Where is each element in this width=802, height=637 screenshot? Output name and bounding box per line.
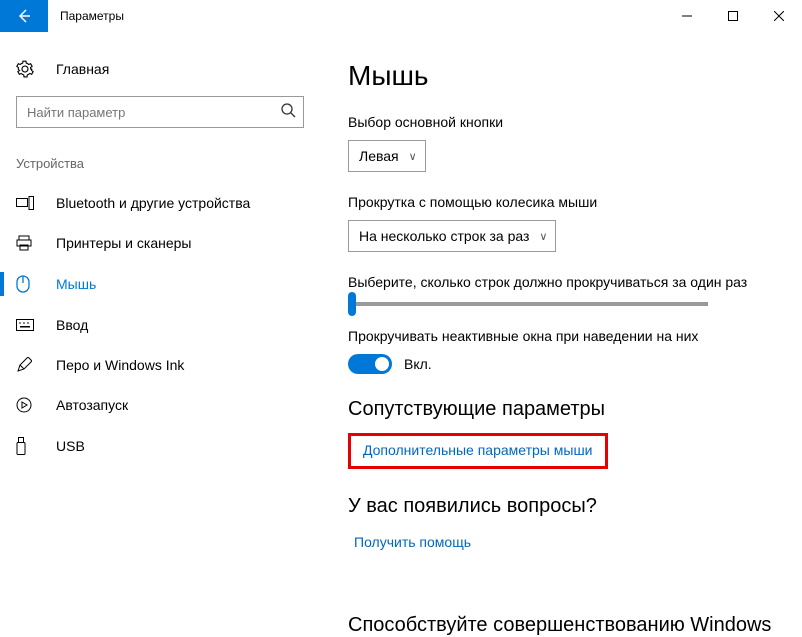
printer-icon xyxy=(16,235,40,251)
scroll-mode-select[interactable]: На несколько строк за раз ∨ xyxy=(348,220,556,252)
nav-bluetooth[interactable]: Bluetooth и другие устройства xyxy=(0,183,320,223)
primary-button-label: Выбор основной кнопки xyxy=(348,114,782,130)
page-title: Мышь xyxy=(348,60,782,92)
select-value: На несколько строк за раз xyxy=(359,228,529,244)
search-box xyxy=(16,96,304,128)
get-help-link[interactable]: Получить помощь xyxy=(348,530,477,554)
window-title: Параметры xyxy=(48,0,664,32)
nav-printers[interactable]: Принтеры и сканеры xyxy=(0,223,320,263)
title-bar: Параметры xyxy=(0,0,802,32)
nav-label: USB xyxy=(56,438,85,454)
nav-typing[interactable]: Ввод xyxy=(0,305,320,345)
related-heading: Сопутствующие параметры xyxy=(348,398,782,421)
search-input[interactable] xyxy=(16,96,304,128)
scroll-mode-label: Прокрутка с помощью колесика мыши xyxy=(348,194,782,210)
autoplay-icon xyxy=(16,397,40,413)
mouse-icon xyxy=(16,275,40,293)
arrow-left-icon xyxy=(16,8,32,24)
toggle-knob xyxy=(375,357,389,371)
nav-label: Ввод xyxy=(56,317,88,333)
chevron-down-icon: ∨ xyxy=(539,230,547,243)
nav-label: Принтеры и сканеры xyxy=(56,235,191,251)
nav-label: Перо и Windows Ink xyxy=(56,357,184,373)
close-icon xyxy=(774,11,784,21)
nav-label: Bluetooth и другие устройства xyxy=(56,195,250,211)
highlight-annotation: Дополнительные параметры мыши xyxy=(348,433,608,469)
home-label: Главная xyxy=(56,61,109,77)
help-heading: У вас появились вопросы? xyxy=(348,495,782,518)
maximize-button[interactable] xyxy=(710,0,756,32)
home-nav[interactable]: Главная xyxy=(0,52,320,86)
lines-slider[interactable] xyxy=(348,302,708,306)
additional-mouse-options-link[interactable]: Дополнительные параметры мыши xyxy=(357,438,599,462)
close-button[interactable] xyxy=(756,0,802,32)
devices-icon xyxy=(16,196,40,210)
active-indicator xyxy=(0,272,4,296)
sidebar: Главная Устройства Bluetooth и другие ус… xyxy=(0,32,320,633)
nav-mouse[interactable]: Мышь xyxy=(0,263,320,305)
nav-pen[interactable]: Перо и Windows Ink xyxy=(0,345,320,385)
minimize-icon xyxy=(682,11,692,21)
primary-button-select[interactable]: Левая ∨ xyxy=(348,140,426,172)
lines-label: Выберите, сколько строк должно прокручив… xyxy=(348,274,782,290)
pen-icon xyxy=(16,357,40,373)
maximize-icon xyxy=(728,11,738,21)
usb-icon xyxy=(16,437,40,455)
nav-label: Мышь xyxy=(56,276,96,292)
chevron-down-icon: ∨ xyxy=(409,150,417,163)
search-icon xyxy=(280,102,296,118)
window-controls xyxy=(664,0,802,32)
back-button[interactable] xyxy=(0,0,48,32)
main-panel: Мышь Выбор основной кнопки Левая ∨ Прокр… xyxy=(320,32,802,633)
select-value: Левая xyxy=(359,148,399,164)
nav-autoplay[interactable]: Автозапуск xyxy=(0,385,320,425)
slider-thumb[interactable] xyxy=(348,292,356,316)
nav-label: Автозапуск xyxy=(56,397,128,413)
gear-icon xyxy=(16,60,40,78)
keyboard-icon xyxy=(16,319,40,331)
inactive-scroll-toggle[interactable] xyxy=(348,354,392,374)
feedback-heading-cutoff: Способствуйте совершенствованию Windows xyxy=(348,614,771,637)
toggle-state-text: Вкл. xyxy=(404,356,432,372)
inactive-scroll-label: Прокручивать неактивные окна при наведен… xyxy=(348,328,782,344)
section-heading: Устройства xyxy=(0,144,320,183)
minimize-button[interactable] xyxy=(664,0,710,32)
nav-usb[interactable]: USB xyxy=(0,425,320,467)
